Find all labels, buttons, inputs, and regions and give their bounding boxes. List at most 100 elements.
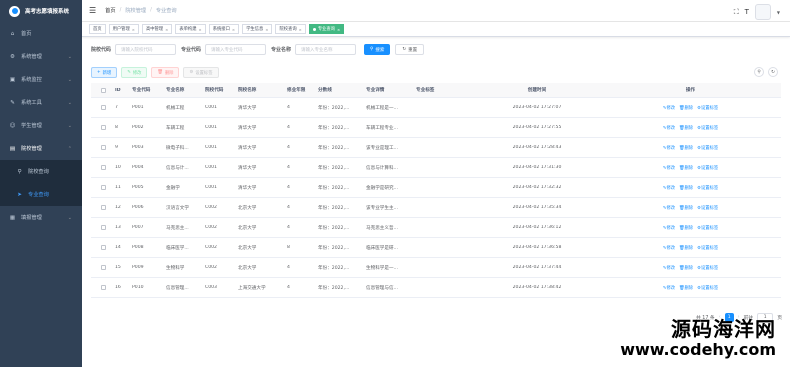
row-edit-link[interactable]: ✎修改 (663, 285, 675, 291)
major-name-label: 专业名称 (271, 47, 292, 53)
app-logo[interactable]: 高考志愿填报系统 (0, 0, 82, 22)
row-set-tags-link[interactable]: ⚙设置标签 (697, 285, 718, 291)
set-tags-button[interactable]: ⚙ 设置标签 (183, 67, 219, 78)
refresh-icon[interactable]: ↻ (768, 67, 778, 77)
caret-down-icon[interactable]: ▼ (777, 10, 780, 15)
checkbox[interactable] (100, 225, 106, 230)
row-set-tags-link[interactable]: ⚙设置标签 (697, 185, 718, 191)
row-checkbox[interactable] (91, 125, 115, 130)
row-checkbox[interactable] (91, 225, 115, 230)
tag-6[interactable]: 院校查询 × (275, 24, 306, 34)
row-delete-link[interactable]: 🗑删除 (679, 265, 693, 271)
row-checkbox[interactable] (91, 165, 115, 170)
school-code-input[interactable]: 请输入院校代码 (115, 44, 177, 55)
checkbox[interactable] (100, 165, 106, 170)
row-edit-link[interactable]: ✎修改 (663, 105, 675, 111)
select-all-checkbox[interactable] (91, 87, 115, 93)
toggle-search-icon[interactable]: ⚲ (754, 67, 764, 77)
close-icon[interactable]: × (132, 27, 135, 32)
reset-button[interactable]: ↻ 重置 (395, 44, 425, 55)
row-delete-link[interactable]: 🗑删除 (679, 145, 693, 151)
table-cell: P005 (132, 185, 144, 190)
row-edit-link[interactable]: ✎修改 (663, 265, 675, 271)
row-set-tags-link[interactable]: ⚙设置标签 (697, 265, 718, 271)
sidebar-item-4[interactable]: ☺ 学生管理 ⌄ (0, 114, 82, 137)
row-checkbox[interactable] (91, 205, 115, 210)
row-checkbox[interactable] (91, 105, 115, 110)
checkbox[interactable] (100, 125, 106, 130)
row-delete-link[interactable]: 🗑删除 (679, 105, 693, 111)
row-delete-link[interactable]: 🗑删除 (679, 185, 693, 191)
tag-2[interactable]: 高中管理 × (141, 24, 173, 34)
row-delete-link[interactable]: 🗑删除 (679, 245, 693, 251)
avatar[interactable] (754, 4, 771, 20)
sidebar-item-fill[interactable]: ▦ 填报管理 ⌄ (0, 206, 82, 229)
tag-7[interactable]: 专业查询 × (308, 24, 345, 34)
row-edit-link[interactable]: ✎修改 (663, 225, 675, 231)
submenu-item-0[interactable]: ⚲ 院校查询 (0, 160, 82, 183)
sidebar-item-3[interactable]: ✎ 系统工具 ⌄ (0, 91, 82, 114)
checkbox[interactable] (100, 265, 106, 270)
checkbox[interactable] (100, 105, 106, 110)
app-title: 高考志愿填报系统 (25, 9, 70, 15)
checkbox[interactable] (100, 205, 106, 210)
sidebar-item-2[interactable]: ▣ 系统监控 ⌄ (0, 68, 82, 91)
checkbox[interactable] (100, 145, 106, 150)
close-icon[interactable]: × (337, 27, 340, 32)
font-size-icon[interactable]: T (745, 8, 749, 16)
major-code-input[interactable]: 请输入专业代码 (205, 44, 267, 55)
row-delete-link[interactable]: 🗑删除 (679, 285, 693, 291)
breadcrumb-item-school[interactable]: 院校管理 (125, 7, 146, 14)
tag-4[interactable]: 系统接口 × (208, 24, 240, 34)
sidebar-item-0[interactable]: ⌂ 首页 (0, 22, 82, 45)
row-edit-link[interactable]: ✎修改 (663, 245, 675, 251)
row-checkbox[interactable] (91, 185, 115, 190)
checkbox[interactable] (100, 245, 106, 250)
row-delete-link[interactable]: 🗑删除 (679, 205, 693, 211)
monitor-icon: ▣ (9, 76, 16, 83)
major-name-input[interactable]: 请输入专业名称 (295, 44, 357, 55)
edit-button[interactable]: ✎ 修改 (121, 67, 148, 78)
row-edit-link[interactable]: ✎修改 (663, 125, 675, 131)
row-delete-link[interactable]: 🗑删除 (679, 225, 693, 231)
breadcrumb-item-home[interactable]: 首页 (105, 7, 115, 14)
table-cell: 年份：2022,... (318, 245, 350, 251)
row-delete-link[interactable]: 🗑删除 (679, 165, 693, 171)
fullscreen-icon[interactable]: ⛶ (734, 8, 739, 17)
row-checkbox[interactable] (91, 285, 115, 290)
tag-0[interactable]: 首页 (89, 24, 106, 34)
row-checkbox[interactable] (91, 265, 115, 270)
close-icon[interactable]: × (232, 27, 235, 32)
row-edit-link[interactable]: ✎修改 (663, 205, 675, 211)
row-set-tags-link[interactable]: ⚙设置标签 (697, 205, 718, 211)
checkbox[interactable] (100, 285, 106, 290)
tag-1[interactable]: 用户管理 × (108, 24, 139, 34)
submenu-item-1[interactable]: ➤ 专业查询 (0, 183, 82, 206)
hamburger-icon[interactable]: ☰ (89, 6, 96, 15)
row-edit-link[interactable]: ✎修改 (663, 145, 675, 151)
row-checkbox[interactable] (91, 145, 115, 150)
tag-3[interactable]: 表单构建 × (175, 24, 206, 34)
add-button[interactable]: + 新增 (91, 67, 118, 78)
row-set-tags-link[interactable]: ⚙设置标签 (697, 165, 718, 171)
row-checkbox[interactable] (91, 245, 115, 250)
sidebar-item-5[interactable]: ▤ 院校管理 ⌃ (0, 137, 82, 160)
close-icon[interactable]: × (199, 27, 202, 32)
row-delete-link[interactable]: 🗑删除 (679, 125, 693, 131)
row-set-tags-link[interactable]: ⚙设置标签 (697, 125, 718, 131)
row-set-tags-link[interactable]: ⚙设置标签 (697, 225, 718, 231)
close-icon[interactable]: × (165, 27, 168, 32)
checkbox[interactable] (100, 185, 106, 190)
row-set-tags-link[interactable]: ⚙设置标签 (697, 105, 718, 111)
tag-5[interactable]: 学生信息 × (242, 24, 273, 34)
row-set-tags-link[interactable]: ⚙设置标签 (697, 145, 718, 151)
close-icon[interactable]: × (265, 27, 268, 32)
sidebar-item-1[interactable]: ⚙ 系统管理 ⌄ (0, 45, 82, 68)
row-edit-link[interactable]: ✎修改 (663, 185, 675, 191)
col-header: 专业详情 (366, 88, 385, 93)
row-edit-link[interactable]: ✎修改 (663, 165, 675, 171)
delete-button[interactable]: 🗑 删除 (151, 67, 180, 78)
row-set-tags-link[interactable]: ⚙设置标签 (697, 245, 718, 251)
close-icon[interactable]: × (299, 27, 302, 32)
search-button[interactable]: ⚲ 搜索 (364, 44, 391, 55)
